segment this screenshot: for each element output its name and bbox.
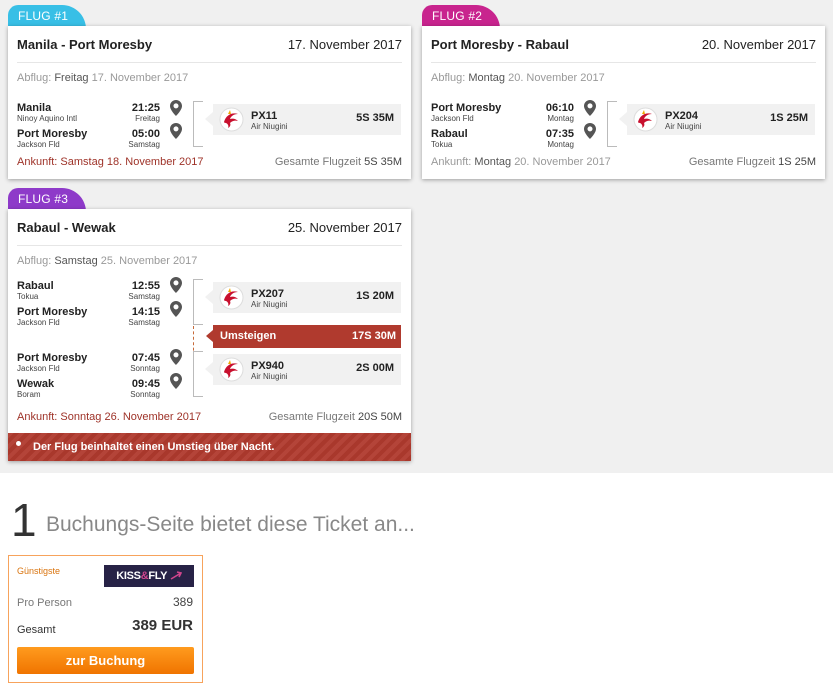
segment-bracket <box>193 101 203 147</box>
flight-segment: PX11 Air Niugini 5S 35M <box>205 104 401 135</box>
card-header: Manila - Port Moresby 17. November 2017 <box>17 26 402 63</box>
route-date: 20. November 2017 <box>701 37 816 52</box>
location-pin-icon <box>170 373 182 389</box>
route-date: 25. November 2017 <box>287 220 402 235</box>
card-header: Port Moresby - Rabaul 20. November 2017 <box>431 26 816 63</box>
departure-line: Abflug: Freitag 17. November 2017 <box>17 72 189 84</box>
transfer-banner: Umsteigen 17S 30M <box>206 325 401 348</box>
arrival-line: Ankunft: Montag 20. November 2017 <box>431 156 611 168</box>
stop-origin: Manila Ninoy Aquino Intl 21:25 Freitag <box>17 102 160 123</box>
flight-card-body: Manila - Port Moresby 17. November 2017 … <box>8 26 411 179</box>
flight-segment: PX207 Air Niugini 1S 20M <box>205 282 401 313</box>
stop-destination: Port Moresby Jackson Fld 05:00 Samstag <box>17 128 160 149</box>
stop-destination: Rabaul Tokua 07:35 Montag <box>431 128 574 149</box>
cheapest-badge: Günstigste <box>17 566 61 576</box>
route-title: Port Moresby - Rabaul <box>431 37 569 52</box>
card-header: Rabaul - Wewak 25. November 2017 <box>17 209 402 246</box>
flight-card-3: FLUG #3 Rabaul - Wewak 25. November 2017… <box>8 188 411 461</box>
flight-segment: PX940 Air Niugini 2S 00M <box>205 354 401 385</box>
flight-segment: PX204 Air Niugini 1S 25M <box>619 104 815 135</box>
per-person-price: 389 <box>172 595 193 609</box>
bullet-icon <box>16 441 21 446</box>
location-pin-icon <box>170 100 182 116</box>
departure-line: Abflug: Montag 20. November 2017 <box>431 72 605 84</box>
departure-line: Abflug: Samstag 25. November 2017 <box>17 255 198 267</box>
book-button[interactable]: zur Buchung <box>17 647 194 674</box>
route-date: 17. November 2017 <box>287 37 402 52</box>
location-pin-icon <box>170 277 182 293</box>
arrival-line: Ankunft: Samstag 18. November 2017 <box>17 156 204 168</box>
stop-origin: Rabaul Tokua 12:55 Samstag <box>17 280 160 301</box>
location-pin-icon <box>584 100 596 116</box>
offers-heading-text: Buchungs-Seite bietet diese Ticket an... <box>46 513 415 536</box>
route-title: Rabaul - Wewak <box>17 220 116 235</box>
stop-transfer-arrival: Port Moresby Jackson Fld 14:15 Samstag <box>17 306 160 327</box>
stop-destination: Wewak Boram 09:45 Sonntag <box>17 378 160 399</box>
total-price: 389 EUR <box>132 617 193 634</box>
total-label: Gesamt <box>17 624 56 636</box>
arrival-line: Ankunft: Sonntag 26. November 2017 <box>17 411 202 423</box>
total-flight-time: Gesamte Flugzeit 1S 25M <box>688 156 816 168</box>
offer-card: Günstigste KISS&FLY Pro Person 389 Gesam… <box>8 555 203 683</box>
stop-transfer-departure: Port Moresby Jackson Fld 07:45 Sonntag <box>17 352 160 373</box>
flight-card-2: FLUG #2 Port Moresby - Rabaul 20. Novemb… <box>422 5 825 179</box>
flight-card-body: Port Moresby - Rabaul 20. November 2017 … <box>422 26 825 179</box>
flight-card-body: Rabaul - Wewak 25. November 2017 Abflug:… <box>8 209 411 461</box>
location-pin-icon <box>170 301 182 317</box>
plane-swoosh-icon <box>170 571 182 580</box>
location-pin-icon <box>170 123 182 139</box>
segment-bracket <box>193 279 203 325</box>
flight-card-1: FLUG #1 Manila - Port Moresby 17. Novemb… <box>8 5 411 179</box>
air-niugini-bird-icon <box>633 107 658 132</box>
route-title: Manila - Port Moresby <box>17 37 153 52</box>
total-flight-time: Gesamte Flugzeit 5S 35M <box>274 156 402 168</box>
segment-bracket <box>193 351 203 397</box>
air-niugini-bird-icon <box>219 285 244 310</box>
flights-area: FLUG #1 Manila - Port Moresby 17. Novemb… <box>0 0 833 473</box>
segment-bracket <box>607 101 617 147</box>
air-niugini-bird-icon <box>219 107 244 132</box>
location-pin-icon <box>584 123 596 139</box>
location-pin-icon <box>170 349 182 365</box>
total-flight-time: Gesamte Flugzeit 20S 50M <box>268 411 402 423</box>
offers-count: 1 <box>11 494 37 546</box>
per-person-label: Pro Person <box>17 597 73 609</box>
kiss-and-fly-logo[interactable]: KISS&FLY <box>104 565 194 587</box>
stop-origin: Port Moresby Jackson Fld 06:10 Montag <box>431 102 574 123</box>
overnight-warning: Der Flug beinhaltet einen Umstieg über N… <box>8 433 411 461</box>
air-niugini-bird-icon <box>219 357 244 382</box>
